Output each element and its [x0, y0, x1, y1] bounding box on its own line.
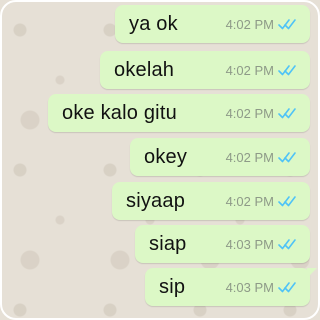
- message-bubble[interactable]: sip 4:03 PM: [145, 268, 317, 306]
- read-double-tick-icon: [278, 108, 296, 119]
- message-text: sip: [159, 275, 186, 298]
- message-time: 4:02 PM: [225, 105, 274, 121]
- message-bubble[interactable]: siyaap 4:02 PM: [112, 182, 310, 220]
- message-time: 4:03 PM: [225, 236, 274, 252]
- message-text: ya ok: [129, 12, 178, 35]
- message-time: 4:02 PM: [225, 193, 274, 209]
- message-time: 4:02 PM: [225, 16, 274, 32]
- read-double-tick-icon: [278, 282, 296, 293]
- read-double-tick-icon: [278, 65, 296, 76]
- message-bubble[interactable]: ya ok 4:02 PM: [115, 5, 310, 43]
- message-text: siyaap: [126, 189, 186, 212]
- message-meta: 4:03 PM: [204, 280, 298, 295]
- message-time: 4:02 PM: [225, 149, 274, 165]
- chat-area[interactable]: ya ok 4:02 PM okelah 4:02 PM oke kalo gi…: [0, 0, 320, 320]
- read-double-tick-icon: [278, 19, 296, 30]
- message-time: 4:03 PM: [225, 279, 274, 295]
- read-double-tick-icon: [278, 239, 296, 250]
- message-time: 4:02 PM: [225, 62, 274, 78]
- message-text: okelah: [114, 58, 175, 81]
- message-meta: 4:02 PM: [204, 106, 298, 121]
- message-meta: 4:03 PM: [204, 237, 298, 252]
- message-bubble[interactable]: oke kalo gitu 4:02 PM: [48, 94, 310, 132]
- message-bubble[interactable]: siap 4:03 PM: [135, 225, 310, 263]
- message-meta: 4:02 PM: [204, 150, 298, 165]
- read-double-tick-icon: [278, 152, 296, 163]
- message-bubble[interactable]: okey 4:02 PM: [130, 138, 310, 176]
- message-meta: 4:02 PM: [204, 194, 298, 209]
- message-text: okey: [144, 145, 188, 168]
- message-bubble[interactable]: okelah 4:02 PM: [100, 51, 310, 89]
- message-text: oke kalo gitu: [62, 101, 177, 124]
- message-meta: 4:02 PM: [204, 63, 298, 78]
- message-meta: 4:02 PM: [204, 17, 298, 32]
- read-double-tick-icon: [278, 196, 296, 207]
- message-text: siap: [149, 232, 187, 255]
